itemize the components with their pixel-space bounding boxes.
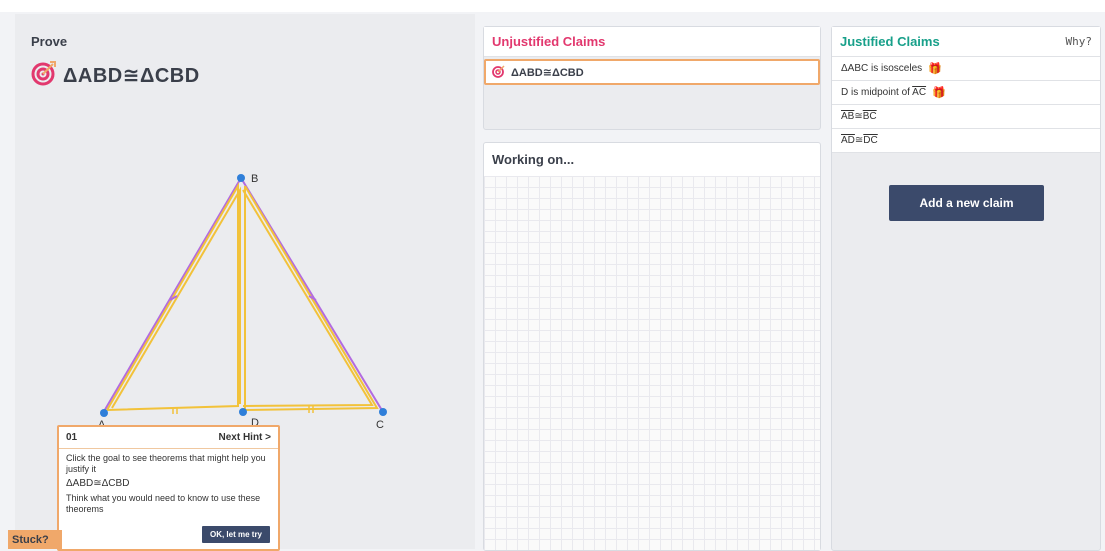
stuck-button[interactable]: Stuck? [8,530,62,549]
justified-claim-item[interactable]: ΔABC is isosceles 🎁 [832,57,1100,81]
gift-icon[interactable]: 🎁 [932,86,946,99]
point-a[interactable] [100,409,108,417]
claim-text: ΔABC is isosceles [841,63,923,74]
working-canvas[interactable] [484,176,820,550]
point-c[interactable] [379,408,387,416]
label-c: C [376,419,384,431]
hint-goal: ΔABD≅ΔCBD [66,478,130,489]
hint-body: Click the goal to see theorems that migh… [59,449,278,522]
segment-bc [240,177,384,413]
triangle-cbd-inner [242,189,374,407]
target-icon [492,64,506,81]
unjustified-claim-text: ΔABD≅ΔCBD [511,66,584,79]
justified-claims-title: Justified Claims [840,34,940,49]
unjustified-claims-panel: Unjustified Claims ΔABD≅ΔCBD [483,26,821,130]
hint-header: 01 Next Hint > [59,427,278,449]
justified-claim-item[interactable]: AD≅DC [832,129,1100,153]
justified-claim-item[interactable]: AB≅BC [832,105,1100,129]
unjustified-claim-item[interactable]: ΔABD≅ΔCBD [484,59,820,85]
segment-ab [102,177,242,414]
triangle-abd-inner [111,186,241,409]
hint-number: 01 [66,432,78,443]
justified-claims-panel: Justified Claims Why? ΔABC is isosceles … [831,26,1101,551]
hint-popup: 01 Next Hint > Click the goal to see the… [57,425,280,551]
claim-text: AD≅DC [841,135,878,146]
ok-let-me-try-button[interactable]: OK, let me try [201,526,270,543]
label-b: B [251,173,258,185]
hint-text: Think what you would need to know to use… [66,493,261,514]
point-d[interactable] [239,408,247,416]
hint-text: Click the goal to see theorems that migh… [66,453,266,474]
justified-claims-header: Justified Claims Why? [832,27,1100,57]
claim-text: AB≅BC [841,111,877,122]
gift-icon[interactable]: 🎁 [928,62,942,75]
unjustified-claims-title: Unjustified Claims [484,27,820,57]
justified-claim-item[interactable]: D is midpoint of AC 🎁 [832,81,1100,105]
add-new-claim-button[interactable]: Add a new claim [889,185,1044,221]
point-b[interactable] [237,174,245,182]
working-on-title: Working on... [484,143,820,177]
next-hint-link[interactable]: Next Hint > [218,432,271,443]
claim-text: D is midpoint of AC [841,87,927,98]
working-on-panel: Working on... [483,142,821,551]
why-link[interactable]: Why? [1066,35,1093,48]
